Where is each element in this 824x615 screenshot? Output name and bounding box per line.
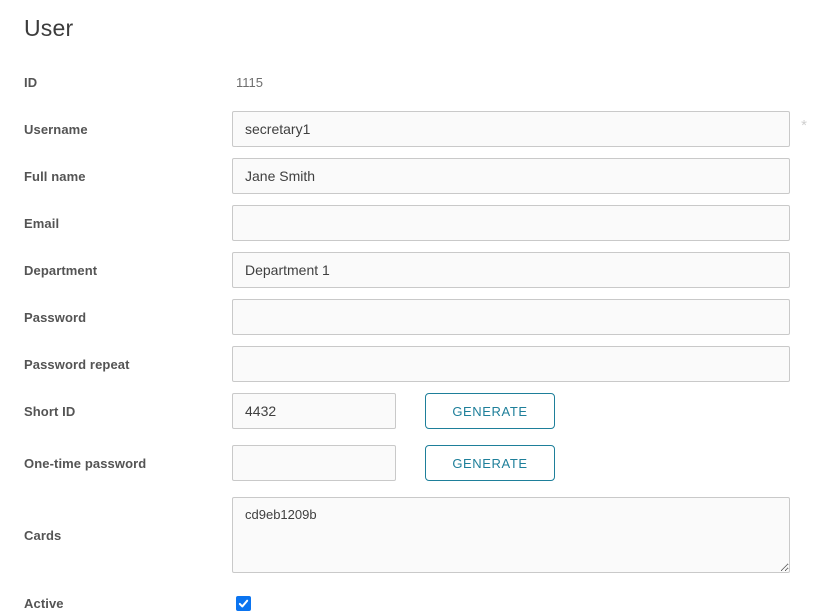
- cards-textarea[interactable]: [232, 497, 790, 573]
- password-repeat-label: Password repeat: [24, 357, 232, 372]
- otp-generate-button[interactable]: GENERATE: [425, 445, 555, 481]
- username-label: Username: [24, 122, 232, 137]
- department-input[interactable]: [232, 252, 790, 288]
- form-row-one-time-password: One-time password GENERATE: [24, 445, 790, 481]
- form-row-password: Password: [24, 299, 790, 335]
- department-label: Department: [24, 263, 232, 278]
- form-row-password-repeat: Password repeat: [24, 346, 790, 382]
- active-checkbox[interactable]: [236, 596, 251, 611]
- form-row-full-name: Full name: [24, 158, 790, 194]
- email-input[interactable]: [232, 205, 790, 241]
- user-form-page: User ID 1115 Username * Full name Email …: [0, 0, 824, 613]
- one-time-password-label: One-time password: [24, 456, 232, 471]
- page-title: User: [24, 14, 790, 42]
- id-value: 1115: [232, 75, 263, 90]
- required-asterisk: *: [801, 117, 807, 134]
- cards-label: Cards: [24, 528, 232, 543]
- password-label: Password: [24, 310, 232, 325]
- form-row-id: ID 1115: [24, 64, 790, 100]
- full-name-label: Full name: [24, 169, 232, 184]
- short-id-input[interactable]: [232, 393, 396, 429]
- email-label: Email: [24, 216, 232, 231]
- password-input[interactable]: [232, 299, 790, 335]
- active-label: Active: [24, 596, 232, 611]
- form-row-email: Email: [24, 205, 790, 241]
- password-repeat-input[interactable]: [232, 346, 790, 382]
- one-time-password-input[interactable]: [232, 445, 396, 481]
- checkmark-icon: [238, 598, 249, 609]
- full-name-input[interactable]: [232, 158, 790, 194]
- short-id-generate-button[interactable]: GENERATE: [425, 393, 555, 429]
- id-label: ID: [24, 75, 232, 90]
- username-input[interactable]: [232, 111, 790, 147]
- form-row-cards: Cards: [24, 497, 790, 573]
- form-row-username: Username *: [24, 111, 790, 147]
- form-row-active: Active: [24, 593, 790, 613]
- form-row-department: Department: [24, 252, 790, 288]
- short-id-label: Short ID: [24, 404, 232, 419]
- form-row-short-id: Short ID GENERATE: [24, 393, 790, 429]
